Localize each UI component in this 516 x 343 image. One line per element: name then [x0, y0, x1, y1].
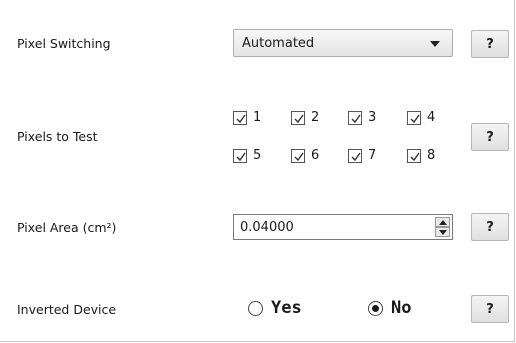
- pixel-switching-dropdown[interactable]: Automated: [233, 29, 453, 57]
- pixel-4-checkbox[interactable]: 4: [407, 110, 435, 125]
- pixel-5-checkbox[interactable]: 5: [233, 148, 261, 163]
- chevron-down-icon: [430, 41, 440, 47]
- settings-panel: Pixel Switching Automated ? Pixels to Te…: [0, 0, 515, 342]
- pixel-6-checkbox[interactable]: 6: [291, 148, 319, 163]
- inverted-device-label: Inverted Device: [17, 302, 117, 317]
- pixel-1-checkbox[interactable]: 1: [233, 110, 261, 125]
- checkmark-icon: [348, 148, 362, 163]
- pixel-4-label: 4: [427, 110, 436, 125]
- spin-down-button[interactable]: [435, 227, 450, 237]
- checkmark-icon: [407, 110, 421, 125]
- pixel-7-label: 7: [368, 148, 377, 163]
- pixel-5-label: 5: [253, 148, 262, 163]
- pixel-area-label: Pixel Area (cm²): [17, 220, 117, 235]
- pixel-area-help-button[interactable]: ?: [471, 213, 509, 241]
- radio-checked-icon: [368, 300, 383, 316]
- pixel-6-label: 6: [311, 148, 320, 163]
- pixel-switching-help-button[interactable]: ?: [471, 30, 509, 58]
- arrow-up-icon: [439, 220, 447, 225]
- yes-option-label: Yes: [271, 298, 302, 318]
- radio-unchecked-icon: [248, 300, 263, 316]
- pixel-3-label: 3: [368, 110, 377, 125]
- pixel-area-spinbox[interactable]: 0.04000: [233, 214, 453, 240]
- pixel-3-checkbox[interactable]: 3: [348, 110, 376, 125]
- no-option-label: No: [391, 298, 412, 318]
- spin-up-button[interactable]: [435, 217, 450, 227]
- checkmark-icon: [291, 110, 305, 125]
- pixel-area-value: 0.04000: [240, 220, 294, 235]
- pixel-7-checkbox[interactable]: 7: [348, 148, 376, 163]
- checkmark-icon: [407, 148, 421, 163]
- arrow-down-icon: [439, 230, 447, 235]
- inverted-device-yes-radio[interactable]: Yes: [248, 298, 302, 318]
- pixel-2-label: 2: [311, 110, 320, 125]
- pixel-switching-label: Pixel Switching: [17, 36, 111, 51]
- checkmark-icon: [348, 110, 362, 125]
- inverted-device-help-button[interactable]: ?: [471, 295, 509, 323]
- checkmark-icon: [233, 110, 247, 125]
- pixel-switching-selected-value: Automated: [242, 36, 315, 51]
- pixels-to-test-help-button[interactable]: ?: [471, 123, 509, 151]
- pixel-2-checkbox[interactable]: 2: [291, 110, 319, 125]
- checkmark-icon: [291, 148, 305, 163]
- pixel-8-label: 8: [427, 148, 436, 163]
- pixel-8-checkbox[interactable]: 8: [407, 148, 435, 163]
- pixel-1-label: 1: [253, 110, 262, 125]
- inverted-device-no-radio[interactable]: No: [368, 298, 411, 318]
- radio-dot: [372, 304, 379, 312]
- checkmark-icon: [233, 148, 247, 163]
- pixels-to-test-label: Pixels to Test: [17, 129, 98, 144]
